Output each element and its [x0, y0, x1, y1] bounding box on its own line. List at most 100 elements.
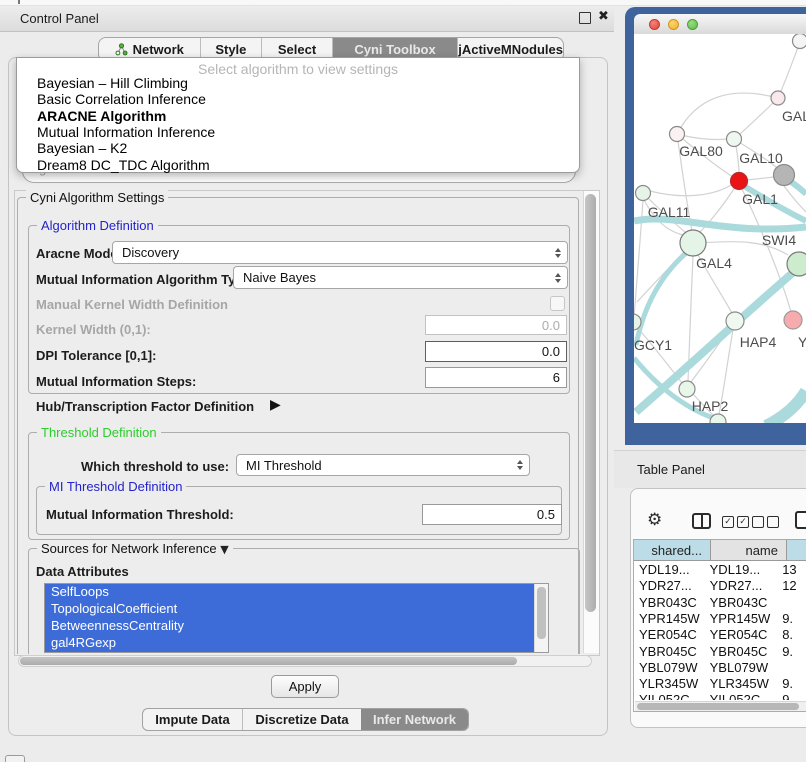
tab-discretize-data-label: Discretize Data [255, 712, 348, 727]
cell: YER054C [634, 627, 707, 643]
split-columns-icon[interactable] [692, 513, 711, 529]
cell: YIL052C [707, 692, 780, 700]
dropdown-item-dream8[interactable]: Dream8 DC_TDC Algorithm [37, 157, 210, 173]
mi-steps-field[interactable]: 6 [425, 367, 567, 388]
dropdown-item-bayesian-hill-climbing[interactable]: Bayesian – Hill Climbing [37, 75, 188, 91]
sources-collapse-arrow-icon[interactable]: ▼ [220, 543, 228, 556]
network-window-titlebar[interactable] [634, 14, 806, 35]
column-header-shared-name[interactable]: shared... [634, 540, 711, 561]
aracne-mode-combobox[interactable]: Discovery [112, 241, 568, 264]
node-table: shared... name YDL19... YDL19... 13 YDR2… [633, 539, 806, 712]
select-all-checks-icon[interactable]: ✓ ✓ [722, 516, 749, 528]
zoom-traffic-light[interactable] [687, 19, 698, 30]
node-gal10[interactable] [727, 132, 742, 147]
mi-threshold-field[interactable]: 0.5 [422, 504, 562, 525]
manual-kernel-label: Manual Kernel Width Definition [36, 297, 228, 312]
column-header-name[interactable]: name [711, 540, 787, 561]
float-button[interactable] [579, 12, 591, 24]
gear-icon[interactable]: ⚙ [647, 510, 662, 530]
node-gal11[interactable] [636, 186, 651, 201]
cell: YBR045C [634, 644, 707, 660]
screen: Control Panel ✖ Network Style Select [0, 0, 806, 762]
table-row[interactable]: YER054C YER054C 8. [634, 627, 806, 643]
node-gal1-red[interactable] [731, 173, 748, 190]
dropdown-item-aracne[interactable]: ARACNE Algorithm [37, 108, 166, 124]
hub-expand-arrow-icon[interactable]: ▶ [270, 397, 281, 413]
spinner-arrows-icon [555, 273, 561, 283]
bottom-left-partial-icon[interactable] [5, 755, 25, 762]
table-row[interactable]: YBR045C YBR045C 9. [634, 644, 806, 660]
column-header-shared-name-label: shared... [651, 543, 702, 558]
mi-threshold-definition-title: MI Threshold Definition [45, 479, 186, 494]
list-item-betweennesscentrality[interactable]: BetweennessCentrality [45, 618, 535, 635]
table-row[interactable]: YIL052C YIL052C 9 [634, 692, 806, 700]
table-row[interactable]: YDL19... YDL19... 13 [634, 562, 806, 578]
list-item-topologicalcoefficient[interactable]: TopologicalCoefficient [45, 601, 535, 618]
list-vertical-scrollbar-thumb[interactable] [537, 587, 546, 639]
cell: YBR043C [707, 595, 780, 611]
table-horizontal-scrollbar-thumb[interactable] [637, 703, 799, 710]
sources-title-text[interactable]: Sources for Network Inference [41, 541, 217, 556]
table-row[interactable]: YBL079W YBL079W [634, 660, 806, 676]
table-panel-title: Table Panel [637, 462, 705, 477]
which-threshold-value: MI Threshold [246, 458, 322, 473]
cell [779, 595, 806, 611]
mi-threshold-value: 0.5 [537, 507, 555, 522]
node-hap4[interactable] [726, 312, 744, 330]
which-threshold-label: Which threshold to use: [81, 459, 229, 474]
tab-infer-network[interactable]: Infer Network [361, 709, 468, 730]
dpi-tolerance-field[interactable]: 0.0 [425, 341, 567, 362]
which-threshold-combobox[interactable]: MI Threshold [236, 454, 530, 476]
node-gray[interactable] [774, 165, 795, 186]
checked-box-icon: ✓ [722, 516, 734, 528]
algorithm-dropdown-list: Select algorithm to view settings Bayesi… [16, 57, 580, 173]
network-canvas[interactable]: GAL GAL80 GAL10 GAL1 GAL11 GAL4 SWI4 GCY… [634, 34, 806, 423]
dropdown-item-basic-correlation[interactable]: Basic Correlation Inference [37, 91, 206, 107]
mi-type-combobox[interactable]: Naive Bayes [233, 266, 568, 289]
close-icon[interactable]: ✖ [598, 9, 609, 24]
tab-impute-data[interactable]: Impute Data [143, 709, 243, 730]
kernel-width-field[interactable]: 0.0 [425, 315, 567, 335]
column-header-name-label: name [745, 543, 778, 558]
minimize-traffic-light[interactable] [668, 19, 679, 30]
apply-button[interactable]: Apply [271, 675, 339, 698]
list-item-selfloops[interactable]: SelfLoops [45, 584, 535, 601]
node-partial-top[interactable] [793, 34, 806, 49]
cell: 12 [779, 578, 806, 594]
dropdown-item-mutual-information[interactable]: Mutual Information Inference [37, 124, 215, 140]
close-traffic-light[interactable] [649, 19, 660, 30]
cell: YLR345W [634, 676, 707, 692]
settings-vertical-scrollbar-thumb[interactable] [585, 194, 596, 612]
node-gal80[interactable] [670, 127, 685, 142]
tab-discretize-data[interactable]: Discretize Data [243, 709, 361, 730]
apply-button-label: Apply [289, 679, 322, 694]
node-hap2[interactable] [679, 381, 695, 397]
partial-toolbar-icon[interactable] [795, 511, 806, 529]
aracne-mode-value: Discovery [122, 245, 179, 260]
column-header-partial[interactable] [787, 540, 806, 561]
cell: YLR345W [707, 676, 780, 692]
clear-checks-icon[interactable] [752, 516, 779, 528]
cell: YDL19... [707, 562, 780, 578]
settings-horizontal-scrollbar-thumb[interactable] [20, 657, 517, 665]
node-gal-pink[interactable] [771, 91, 785, 105]
hub-definition-label[interactable]: Hub/Transcription Factor Definition [36, 399, 254, 414]
mi-threshold-label: Mutual Information Threshold: [46, 507, 234, 522]
label-gcy1: GCY1 [634, 337, 672, 353]
table-row[interactable]: YDR27... YDR27... 12 [634, 578, 806, 594]
table-panel-titlebar: Table Panel [614, 450, 806, 488]
list-item-gal4rgexp[interactable]: gal4RGexp [45, 635, 535, 652]
dropdown-item-bayesian-k2[interactable]: Bayesian – K2 [37, 140, 127, 156]
table-row[interactable]: YBR043C YBR043C [634, 595, 806, 611]
table-row[interactable]: YPR145W YPR145W 9. [634, 611, 806, 627]
node-swi4[interactable] [787, 252, 806, 276]
mi-type-label: Mutual Information Algorithm Type: [36, 272, 255, 287]
label-gal4: GAL4 [696, 255, 732, 271]
node-salmon[interactable] [784, 311, 802, 329]
unchecked-box-icon [752, 516, 764, 528]
table-row[interactable]: YLR345W YLR345W 9. [634, 676, 806, 692]
node-gal4[interactable] [680, 230, 706, 256]
manual-kernel-checkbox[interactable] [550, 296, 565, 311]
cell: YIL052C [634, 692, 707, 700]
top-tick [18, 0, 20, 4]
